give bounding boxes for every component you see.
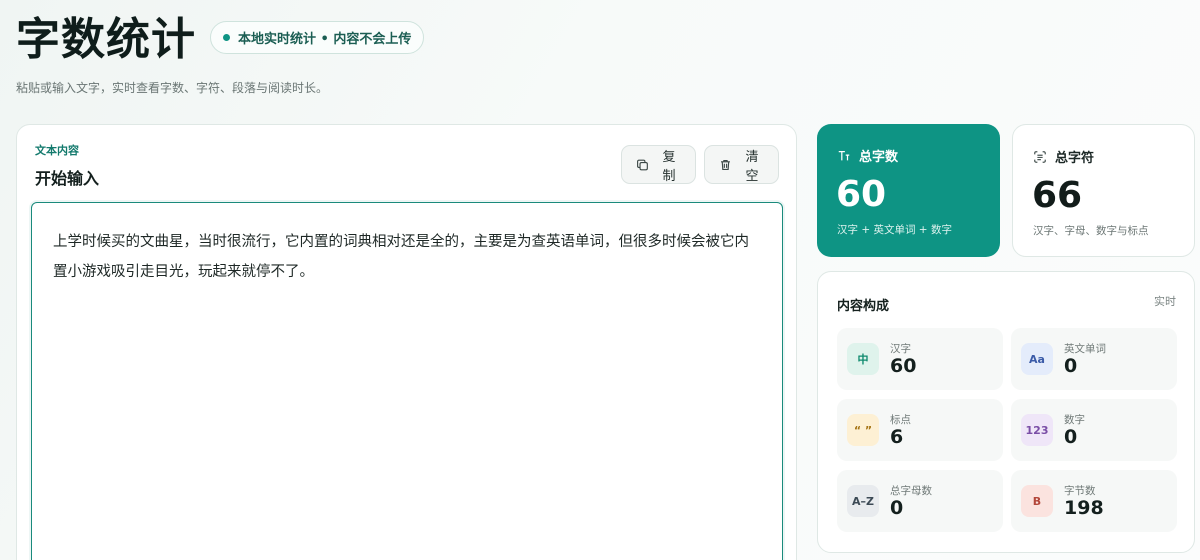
trash-icon <box>721 159 730 170</box>
scan-text-icon <box>1034 150 1046 163</box>
composition-card: 内容构成 实时 中 汉字 60 Aa 英文单词 0 “ ” 标点 6 123 数… <box>817 271 1195 553</box>
page-subtitle: 粘贴或输入文字，实时查看字数、字符、段落与阅读时长。 <box>16 81 329 95</box>
comp-item-value: 0 <box>1064 355 1078 377</box>
total-symbols-label: 总字符 <box>1033 147 1094 166</box>
comp-item-value: 0 <box>1064 426 1078 448</box>
comp-item-value: 198 <box>1064 497 1104 519</box>
comp-item-label: 字节数 <box>1064 485 1096 497</box>
live-indicator: 实时 <box>1154 295 1176 308</box>
page: 字数统计 本地实时统计 • 内容不会上传 粘贴或输入文字，实时查看字数、字符、段… <box>0 0 1200 560</box>
total-chars-label-text: 总字数 <box>859 150 899 165</box>
copy-icon <box>637 159 648 170</box>
clear-button[interactable]: 清空 <box>704 145 779 184</box>
total-symbols-value: 66 <box>1032 175 1083 216</box>
text-size-icon <box>838 150 850 160</box>
numbers-icon: 123 <box>1021 414 1053 446</box>
comp-item-hanzi: 中 汉字 60 <box>837 328 1003 390</box>
total-chars-desc: 汉字 + 英文单词 + 数字 <box>837 224 952 236</box>
comp-item-label: 英文单词 <box>1064 343 1106 355</box>
comp-item-digits: 123 数字 0 <box>1011 399 1177 461</box>
total-chars-label: 总字数 <box>837 146 898 165</box>
editor-heading: 开始输入 <box>35 169 100 188</box>
total-chars-card: 总字数 60 汉字 + 英文单词 + 数字 <box>817 124 1000 257</box>
copy-button[interactable]: 复制 <box>621 145 696 184</box>
quote-icon: “ ” <box>847 414 879 446</box>
composition-title: 内容构成 <box>837 299 890 314</box>
privacy-badge-text: 本地实时统计 • 内容不会上传 <box>238 32 412 47</box>
bytes-icon: B <box>1021 485 1053 517</box>
status-dot-icon <box>223 34 230 41</box>
total-symbols-desc: 汉字、字母、数字与标点 <box>1033 225 1149 237</box>
comp-item-value: 0 <box>890 497 904 519</box>
comp-item-label: 汉字 <box>890 343 911 355</box>
comp-item-bytes: B 字节数 198 <box>1011 470 1177 532</box>
text-input[interactable] <box>32 203 782 560</box>
comp-item-value: 60 <box>890 355 917 377</box>
editor-eyebrow: 文本内容 <box>35 144 79 157</box>
total-symbols-label-text: 总字符 <box>1055 151 1095 166</box>
editor-card: 文本内容 开始输入 复制 清空 <box>16 124 797 560</box>
page-title: 字数统计 <box>16 14 196 65</box>
comp-item-label: 数字 <box>1064 414 1085 426</box>
comp-item-value: 6 <box>890 426 904 448</box>
comp-item-punctuation: “ ” 标点 6 <box>837 399 1003 461</box>
clear-button-label: 清空 <box>745 148 759 183</box>
letters-icon: Aa <box>1021 343 1053 375</box>
hanzi-icon: 中 <box>847 343 879 375</box>
text-input-frame <box>31 202 783 560</box>
comp-item-label: 标点 <box>890 414 911 426</box>
privacy-badge: 本地实时统计 • 内容不会上传 <box>210 21 425 54</box>
comp-item-english-words: Aa 英文单词 0 <box>1011 328 1177 390</box>
alphabet-icon: A–Z <box>847 485 879 517</box>
comp-item-label: 总字母数 <box>890 485 932 497</box>
copy-button-label: 复制 <box>662 148 676 183</box>
comp-item-letters: A–Z 总字母数 0 <box>837 470 1003 532</box>
total-symbols-card: 总字符 66 汉字、字母、数字与标点 <box>1012 124 1195 257</box>
total-chars-value: 60 <box>836 174 887 215</box>
